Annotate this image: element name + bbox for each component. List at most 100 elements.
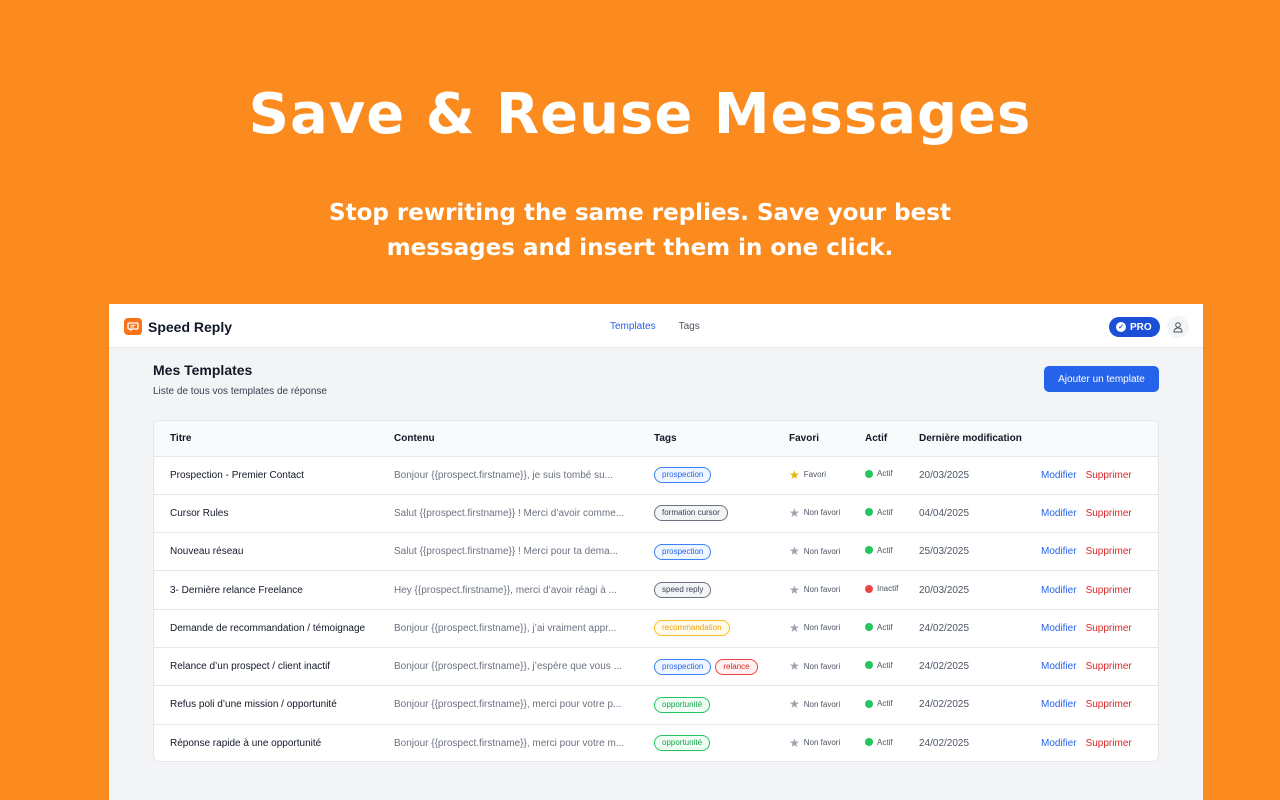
edit-link[interactable]: Modifier (1041, 661, 1077, 672)
row-title: Refus poli d’une mission / opportunité (154, 685, 394, 725)
tag-badge[interactable]: relance (715, 658, 758, 675)
star-icon: ★ (789, 659, 800, 674)
row-tags: speed reply (654, 570, 789, 610)
table-row[interactable]: Demande de recommandation / témoignage Bo… (154, 608, 1158, 648)
row-actions: Modifier Supprimer (1041, 646, 1158, 686)
row-active: Actif (865, 723, 919, 761)
edit-link[interactable]: Modifier (1041, 470, 1077, 481)
table-row[interactable]: Refus poli d’une mission / opportunité Bo… (154, 685, 1158, 725)
row-favorite: ★ Favori (789, 456, 865, 494)
delete-link[interactable]: Supprimer (1086, 661, 1132, 672)
brand-name: Speed Reply (148, 318, 233, 335)
favorite-label: Non favori (803, 508, 841, 518)
edit-link[interactable]: Modifier (1041, 738, 1077, 749)
edit-link[interactable]: Modifier (1041, 585, 1077, 596)
user-icon (1173, 322, 1183, 333)
star-icon: ★ (789, 505, 800, 520)
tag-badge[interactable]: recommandation (654, 620, 730, 637)
favorite-toggle[interactable]: ★ Non favori (789, 507, 840, 519)
favorite-toggle[interactable]: ★ Non favori (789, 545, 840, 557)
row-actions: Modifier Supprimer (1041, 570, 1158, 610)
header-contenu[interactable]: Contenu (394, 421, 654, 457)
row-date: 24/02/2025 (919, 608, 1041, 648)
row-active: Actif (865, 532, 919, 571)
row-title: Nouveau réseau (154, 532, 394, 571)
active-status[interactable]: Actif (865, 546, 893, 555)
table-header-row: Titre Contenu Tags Favori Actif Dernière… (154, 421, 1158, 457)
header-actif[interactable]: Actif (865, 421, 919, 457)
active-status[interactable]: Actif (865, 661, 893, 670)
star-icon: ★ (789, 620, 800, 635)
star-icon: ★ (789, 582, 800, 597)
tag-badge[interactable]: prospection (654, 658, 712, 675)
active-status[interactable]: Actif (865, 623, 893, 632)
row-active: Actif (865, 646, 919, 686)
delete-link[interactable]: Supprimer (1086, 470, 1132, 481)
row-favorite: ★ Non favori (789, 532, 865, 571)
active-status[interactable]: Actif (865, 508, 893, 517)
edit-link[interactable]: Modifier (1041, 699, 1077, 710)
brand[interactable]: Speed Reply (124, 318, 232, 335)
avatar[interactable] (1167, 316, 1189, 338)
nav-link-templates[interactable]: Templates (610, 321, 656, 332)
active-label: Actif (877, 507, 893, 517)
header-actions (1041, 421, 1158, 457)
row-tags: opportunité (654, 685, 789, 725)
table-row[interactable]: Cursor Rules Salut {{prospect.firstname}}… (154, 493, 1158, 533)
page-subtitle: Liste de tous vos templates de réponse (153, 386, 327, 397)
tag-badge[interactable]: opportunité (654, 696, 711, 713)
nav-links: Templates Tags (610, 321, 700, 332)
favorite-toggle[interactable]: ★ Non favori (789, 622, 840, 634)
tag-badge[interactable]: prospection (654, 543, 712, 560)
nav-link-tags[interactable]: Tags (679, 321, 700, 332)
table-row[interactable]: Prospection - Premier Contact Bonjour {{p… (154, 456, 1158, 494)
header-tags[interactable]: Tags (654, 421, 789, 457)
table-row[interactable]: 3- Dernière relance Freelance Hey {{prosp… (154, 570, 1158, 610)
active-status[interactable]: Actif (865, 699, 893, 708)
favorite-toggle[interactable]: ★ Non favori (789, 737, 840, 749)
delete-link[interactable]: Supprimer (1086, 699, 1132, 710)
status-dot-icon (865, 623, 873, 632)
header-derniere-modification[interactable]: Dernière modification (919, 421, 1041, 457)
favorite-toggle[interactable]: ★ Non favori (789, 660, 840, 672)
edit-link[interactable]: Modifier (1041, 546, 1077, 557)
pro-badge[interactable]: ✓ PRO (1109, 317, 1160, 337)
header-titre[interactable]: Titre (154, 421, 394, 457)
row-favorite: ★ Non favori (789, 646, 865, 686)
active-status[interactable]: Inactif (865, 584, 898, 593)
table-row[interactable]: Réponse rapide à une opportunité Bonjour … (154, 723, 1158, 761)
table-row[interactable]: Nouveau réseau Salut {{prospect.firstname… (154, 532, 1158, 571)
favorite-label: Non favori (803, 699, 841, 709)
delete-link[interactable]: Supprimer (1086, 623, 1132, 634)
active-status[interactable]: Actif (865, 738, 893, 747)
edit-link[interactable]: Modifier (1041, 508, 1077, 519)
status-dot-icon (865, 469, 873, 478)
favorite-toggle[interactable]: ★ Favori (789, 469, 826, 481)
row-date: 25/03/2025 (919, 532, 1041, 571)
star-icon: ★ (789, 735, 800, 750)
templates-table: Titre Contenu Tags Favori Actif Dernière… (154, 421, 1158, 761)
active-label: Actif (877, 545, 893, 555)
add-template-button[interactable]: Ajouter un template (1044, 366, 1159, 392)
favorite-toggle[interactable]: ★ Non favori (789, 698, 840, 710)
delete-link[interactable]: Supprimer (1086, 738, 1132, 749)
table-row[interactable]: Relance d’un prospect / client inactif Bo… (154, 646, 1158, 686)
delete-link[interactable]: Supprimer (1086, 508, 1132, 519)
tag-badge[interactable]: speed reply (654, 582, 712, 599)
header-favori[interactable]: Favori (789, 421, 865, 457)
templates-table-card: Titre Contenu Tags Favori Actif Dernière… (153, 420, 1159, 762)
edit-link[interactable]: Modifier (1041, 623, 1077, 634)
tag-badge[interactable]: formation cursor (654, 505, 728, 522)
tag-badge[interactable]: prospection (654, 467, 712, 484)
delete-link[interactable]: Supprimer (1086, 546, 1132, 557)
tag-badge[interactable]: opportunité (654, 735, 711, 752)
row-tags: prospection relance (654, 646, 789, 686)
hero-title: Save & Reuse Messages (248, 82, 1032, 147)
status-dot-icon (865, 546, 873, 555)
favorite-toggle[interactable]: ★ Non favori (789, 584, 840, 596)
row-content: Salut {{prospect.firstname}} ! Merci d’a… (394, 493, 654, 533)
active-status[interactable]: Actif (865, 469, 893, 478)
status-dot-icon (865, 738, 873, 747)
row-title: Relance d’un prospect / client inactif (154, 646, 394, 686)
delete-link[interactable]: Supprimer (1086, 585, 1132, 596)
